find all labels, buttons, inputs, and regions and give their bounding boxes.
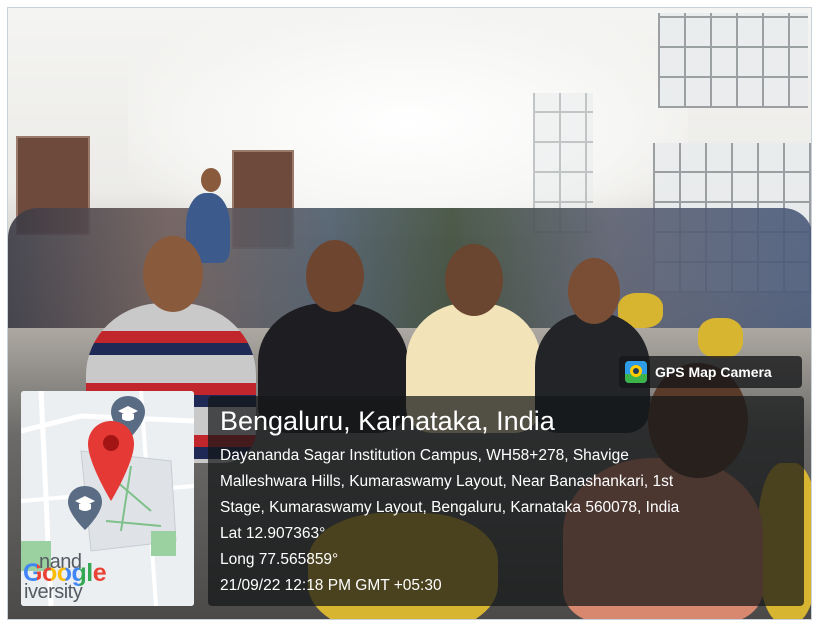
location-pin-icon [88, 421, 134, 501]
teacher-head [201, 168, 221, 192]
chair [698, 318, 743, 358]
student-head [568, 258, 620, 324]
student-head-glasses [445, 244, 503, 316]
badge-label: GPS Map Camera [655, 364, 772, 380]
gps-map-camera-badge: GPS Map Camera [619, 356, 802, 388]
timestamp: 21/09/22 12:18 PM GMT +05:30 [220, 577, 442, 594]
gps-map-camera-icon [625, 361, 647, 383]
latitude: Lat 12.907363° [220, 525, 326, 542]
address-line: Stage, Kumaraswamy Layout, Bengaluru, Ka… [220, 499, 680, 516]
student-head-masked [306, 240, 364, 312]
location-title: Bengaluru, Karnataka, India [220, 406, 555, 436]
student-head [143, 236, 203, 312]
map-thumbnail: nand Google iversity [21, 391, 194, 606]
window-upper [658, 13, 808, 108]
location-info-panel: Bengaluru, Karnataka, India Dayananda Sa… [208, 396, 804, 606]
longitude: Long 77.565859° [220, 551, 339, 568]
address-line: Malleshwara Hills, Kumaraswamy Layout, N… [220, 473, 674, 490]
address-line: Dayananda Sagar Institution Campus, WH58… [220, 447, 629, 464]
map-place-label: iversity [24, 581, 83, 603]
